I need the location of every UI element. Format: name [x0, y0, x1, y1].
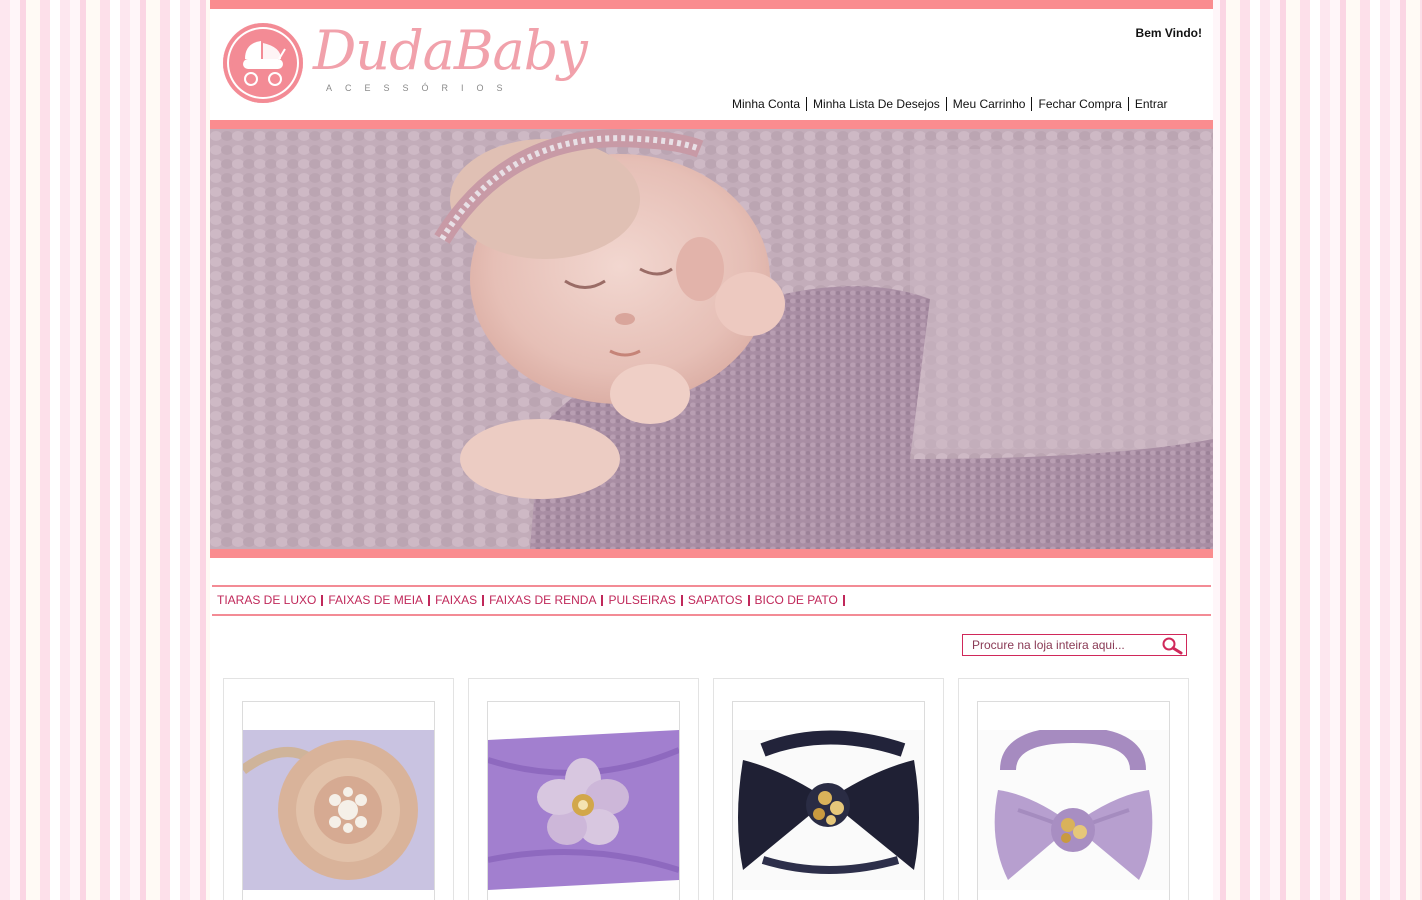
welcome-message: Bem Vindo!: [1135, 26, 1202, 40]
product-image: [488, 730, 679, 890]
product-grid: [223, 678, 1203, 900]
account-links: Minha Conta Minha Lista De Desejos Meu C…: [728, 97, 1174, 111]
search-box: [962, 634, 1187, 656]
category-faixas[interactable]: FAIXAS: [430, 594, 485, 606]
link-wishlist[interactable]: Minha Lista De Desejos: [807, 97, 947, 111]
category-bico-de-pato[interactable]: BICO DE PATO: [750, 594, 845, 606]
link-login[interactable]: Entrar: [1129, 97, 1174, 111]
category-tiaras-de-luxo[interactable]: TIARAS DE LUXO: [217, 594, 324, 606]
product-link[interactable]: [242, 701, 435, 900]
product-card: [223, 678, 454, 900]
stroller-icon: [223, 23, 303, 103]
banner-top-bar: [210, 120, 1213, 129]
banner-bottom-bar: [210, 549, 1213, 558]
product-link[interactable]: [977, 701, 1170, 900]
product-card: [468, 678, 699, 900]
link-my-account[interactable]: Minha Conta: [728, 97, 808, 111]
page-container: DudaBaby ACESSÓRIOS Bem Vindo! Minha Con…: [210, 0, 1213, 900]
category-faixas-de-renda[interactable]: FAIXAS DE RENDA: [484, 594, 604, 606]
product-card: [713, 678, 944, 900]
baby-banner-image: [210, 129, 1213, 549]
store-logo[interactable]: DudaBaby ACESSÓRIOS: [223, 19, 603, 108]
product-image: [733, 730, 924, 890]
logo-wordmark: DudaBaby: [313, 19, 588, 82]
product-link[interactable]: [732, 701, 925, 900]
link-cart[interactable]: Meu Carrinho: [947, 97, 1033, 111]
magnifier-icon[interactable]: [1160, 636, 1184, 656]
category-nav: TIARAS DE LUXO FAIXAS DE MEIA FAIXAS FAI…: [212, 585, 1211, 616]
top-accent-bar: [210, 0, 1213, 9]
product-card: [958, 678, 1189, 900]
product-link[interactable]: [487, 701, 680, 900]
product-image: [243, 730, 434, 890]
search-input[interactable]: [963, 635, 1168, 655]
hero-banner[interactable]: [210, 129, 1213, 549]
category-faixas-de-meia[interactable]: FAIXAS DE MEIA: [323, 594, 431, 606]
logo-subtitle: ACESSÓRIOS: [326, 83, 516, 93]
product-image: [978, 730, 1169, 890]
category-pulseiras[interactable]: PULSEIRAS: [603, 594, 683, 606]
link-checkout[interactable]: Fechar Compra: [1032, 97, 1129, 111]
category-sapatos[interactable]: SAPATOS: [683, 594, 750, 606]
